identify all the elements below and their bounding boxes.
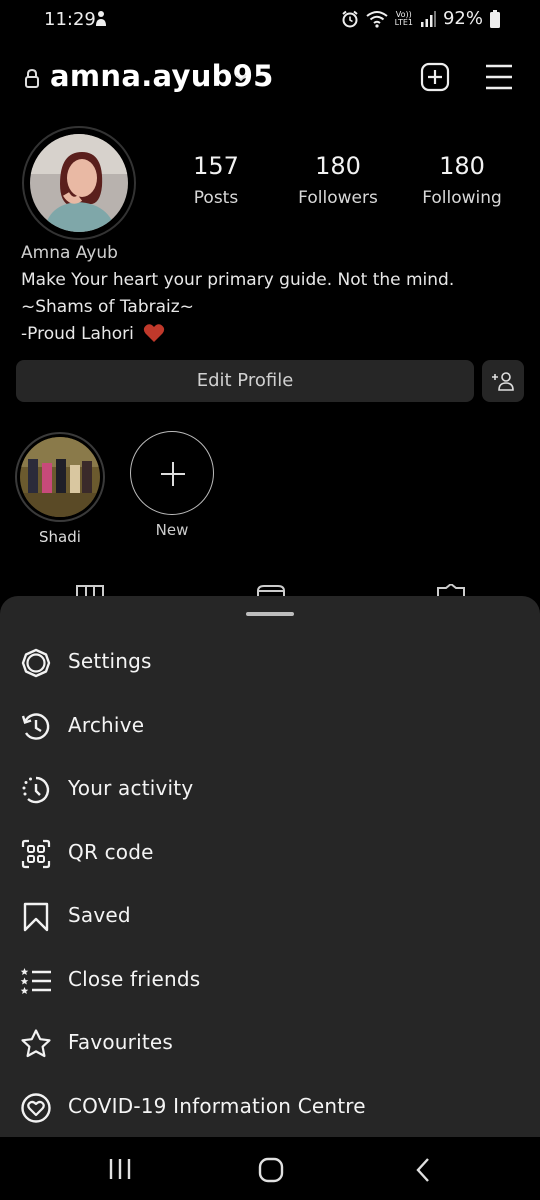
highlight-shadi[interactable] [20, 437, 100, 517]
menu-item-settings[interactable]: Settings [0, 632, 540, 692]
menu-label: Settings [68, 649, 152, 673]
settings-icon [21, 648, 51, 678]
menu-item-your-activity[interactable]: Your activity [0, 759, 540, 819]
posts-stat[interactable]: 157 Posts [156, 152, 276, 208]
bio: Amna Ayub Make Your heart your primary g… [21, 240, 454, 348]
menu-item-archive[interactable]: Archive [0, 696, 540, 756]
followers-label: Followers [298, 188, 378, 208]
activity-icon [22, 776, 50, 804]
close-friends-icon [20, 968, 51, 994]
saved-icon [23, 902, 49, 932]
battery-percent: 92% [442, 8, 483, 29]
signal-icon [420, 10, 436, 27]
recent-apps-icon[interactable] [108, 1158, 132, 1180]
status-bar: 11:29 Vo)) LTE1 92% [0, 0, 540, 40]
menu-label: COVID-19 Information Centre [68, 1094, 366, 1118]
favourites-icon [21, 1029, 51, 1058]
following-label: Following [422, 188, 502, 208]
hamburger-menu-icon[interactable] [484, 63, 514, 91]
add-person-icon [492, 372, 514, 391]
posts-count: 157 [193, 152, 239, 180]
menu-label: Archive [68, 713, 145, 737]
qr-code-icon [21, 839, 51, 869]
posts-label: Posts [193, 188, 239, 208]
battery-icon [490, 9, 500, 28]
menu-item-saved[interactable]: Saved [0, 886, 540, 946]
volte-indicator: Vo)) LTE1 [394, 10, 413, 27]
bio-line-3: -Proud Lahori [21, 324, 134, 344]
profile-name: Amna Ayub [21, 243, 118, 263]
menu-label: Favourites [68, 1030, 174, 1054]
menu-label: Your activity [68, 776, 194, 800]
profile-header: amna.ayub95 [0, 50, 540, 106]
notification-icon [96, 11, 106, 26]
menu-item-close-friends[interactable]: Close friends [0, 950, 540, 1010]
menu-label: Saved [68, 903, 131, 927]
new-highlight-label: New [155, 521, 189, 539]
menu-item-covid-info[interactable]: COVID-19 Information Centre [0, 1077, 540, 1137]
reels-icon[interactable] [256, 584, 286, 596]
heart-icon [144, 324, 165, 342]
followers-stat[interactable]: 180 Followers [278, 152, 398, 208]
tagged-icon[interactable] [436, 584, 466, 596]
followers-count: 180 [315, 152, 361, 180]
bio-line-3-row: -Proud Lahori [21, 321, 454, 348]
status-time: 11:29 [44, 9, 96, 30]
menu-item-favourites[interactable]: Favourites [0, 1013, 540, 1073]
new-post-icon[interactable] [420, 62, 450, 92]
menu-label: QR code [68, 840, 154, 864]
wifi-icon [365, 10, 388, 28]
edit-profile-button[interactable]: Edit Profile [16, 360, 474, 402]
system-navigation-bar [0, 1137, 540, 1200]
plus-icon [161, 462, 185, 486]
bio-line-2: ~Shams of Tabraiz~ [21, 297, 194, 317]
back-icon[interactable] [414, 1157, 432, 1183]
lock-icon [25, 68, 39, 88]
grid-icon[interactable] [76, 584, 104, 596]
following-stat[interactable]: 180 Following [402, 152, 522, 208]
options-bottom-sheet: Settings Archive Your activity QR code S… [0, 596, 540, 1137]
sheet-drag-handle[interactable] [246, 612, 294, 616]
home-icon[interactable] [258, 1157, 284, 1183]
new-highlight-button[interactable] [130, 431, 214, 515]
following-count: 180 [439, 152, 485, 180]
menu-label: Close friends [68, 967, 201, 991]
avatar[interactable] [30, 134, 128, 232]
discover-people-button[interactable] [482, 360, 524, 402]
menu-item-qr-code[interactable]: QR code [0, 823, 540, 883]
status-icons: Vo)) LTE1 92% [341, 8, 500, 29]
bio-line-1: Make Your heart your primary guide. Not … [21, 270, 455, 290]
alarm-icon [341, 10, 358, 27]
screen: 11:29 Vo)) LTE1 92% amna.ayub95 157 Post… [0, 0, 540, 1200]
lte-label: LTE1 [394, 17, 413, 27]
highlight-label: Shadi [39, 528, 81, 546]
chevron-down-icon[interactable] [234, 70, 248, 84]
covid-info-icon [21, 1093, 51, 1123]
archive-icon [21, 713, 50, 740]
